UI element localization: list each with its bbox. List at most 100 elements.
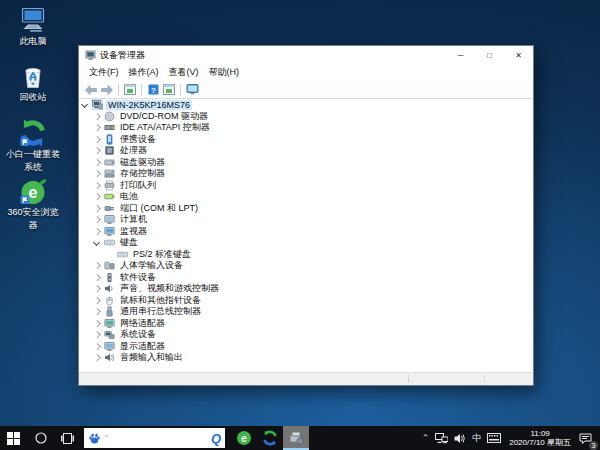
this-pc-icon — [19, 6, 47, 34]
expand-arrow-icon[interactable] — [93, 307, 102, 316]
toolbar-help-button[interactable]: ? — [145, 83, 161, 97]
computer-root-icon — [92, 99, 103, 110]
cortana-button[interactable] — [27, 426, 54, 450]
device-manager-window: 设备管理器 ─ □ ✕ 文件(F)操作(A)查看(V)帮助(H) ? WIN-2… — [78, 45, 534, 386]
desktop-icon-label: 回收站 — [1, 92, 65, 103]
baidu-paw-icon — [88, 432, 101, 445]
expand-arrow-icon[interactable] — [93, 261, 102, 270]
expand-arrow-icon[interactable] — [93, 123, 102, 132]
start-button[interactable] — [0, 426, 27, 450]
action-center-icon[interactable]: 3 — [576, 426, 600, 450]
expand-arrow-icon[interactable] — [93, 273, 102, 282]
tree-item[interactable]: 音频输入和输出 — [79, 352, 533, 364]
network-icon[interactable] — [432, 426, 451, 450]
minimize-button[interactable]: ─ — [446, 46, 475, 64]
notification-badge: 3 — [589, 441, 598, 450]
desktop-icon-label: 系统 — [1, 162, 65, 173]
software-icon — [104, 272, 115, 283]
tree-item-label: 音频输入和输出 — [118, 351, 185, 364]
task-view-button[interactable] — [54, 426, 81, 450]
desktop-icon-label: 小白一键重装 — [1, 149, 65, 160]
tree-item-label: WIN-2K5KP16MS76 — [106, 100, 192, 110]
svg-text:e: e — [29, 184, 38, 201]
desktop-icon-xiaobai-reinstall[interactable]: 小白一键重装系统 — [1, 119, 65, 173]
toolbar-action-pane-button[interactable] — [161, 83, 177, 97]
menu-action[interactable]: 操作(A) — [124, 64, 164, 81]
portable-icon — [104, 134, 115, 145]
taskbar-xiaobai[interactable] — [257, 426, 283, 450]
search-box[interactable]: ⌃ Q — [84, 428, 225, 448]
clock[interactable]: 11:09 2020/7/10 星期五 — [504, 429, 576, 447]
sound-icon — [104, 283, 115, 294]
recycle-bin-icon — [19, 62, 47, 90]
collapse-arrow-icon[interactable] — [81, 100, 90, 109]
menu-view[interactable]: 查看(V) — [164, 64, 204, 81]
expand-arrow-icon[interactable] — [93, 342, 102, 351]
search-logo-icon: Q — [211, 431, 221, 446]
dvd-icon — [104, 111, 115, 122]
usb-icon — [104, 306, 115, 317]
expand-arrow-icon[interactable] — [93, 112, 102, 121]
ime-indicator[interactable]: 中 — [469, 426, 484, 450]
disk-icon — [104, 157, 115, 168]
toolbar-remote-monitor-button[interactable] — [184, 83, 200, 97]
expand-arrow-icon[interactable] — [93, 319, 102, 328]
volume-icon[interactable] — [451, 426, 469, 450]
hid-icon — [104, 260, 115, 271]
menu-help[interactable]: 帮助(H) — [204, 64, 245, 81]
taskbar: ⌃ Q e ⌃ 中 11:09 2020/7/10 星期五 3 — [0, 426, 600, 450]
desktop-icon-label: 器 — [1, 220, 65, 231]
keyboard-icon — [104, 237, 115, 248]
toolbar: ? — [79, 81, 533, 99]
tree-item[interactable]: 打印队列 — [79, 180, 533, 192]
window-title: 设备管理器 — [100, 49, 446, 62]
audio-icon — [104, 352, 115, 363]
status-bar — [79, 372, 533, 385]
network-icon — [104, 318, 115, 329]
close-button[interactable]: ✕ — [504, 46, 533, 64]
expand-arrow-icon[interactable] — [93, 227, 102, 236]
system-icon — [104, 329, 115, 340]
desktop-icon-360-browser[interactable]: e 360安全浏览器 — [1, 177, 65, 231]
toolbar-forward-button[interactable] — [99, 83, 115, 97]
computer-icon — [104, 214, 115, 225]
toolbar-back-button[interactable] — [83, 83, 99, 97]
taskbar-device-manager[interactable] — [283, 426, 309, 450]
desktop-icon-this-pc[interactable]: 此电脑 — [1, 6, 65, 47]
maximize-button[interactable]: □ — [475, 46, 504, 64]
expand-arrow-icon[interactable] — [93, 169, 102, 178]
tray-chevron-up-icon[interactable]: ⌃ — [419, 426, 433, 450]
menu-bar: 文件(F)操作(A)查看(V)帮助(H) — [79, 64, 533, 81]
device-tree: WIN-2K5KP16MS76DVD/CD-ROM 驱动器IDE ATA/ATA… — [79, 99, 533, 372]
menu-file[interactable]: 文件(F) — [84, 64, 124, 81]
expand-arrow-icon[interactable] — [93, 353, 102, 362]
expand-arrow-icon[interactable] — [93, 284, 102, 293]
tree-item[interactable]: 监视器 — [79, 226, 533, 238]
expand-arrow-icon[interactable] — [93, 158, 102, 167]
cpu-icon — [104, 145, 115, 156]
clock-time: 11:09 — [509, 429, 571, 438]
expand-arrow-icon[interactable] — [93, 181, 102, 190]
expand-arrow-icon[interactable] — [93, 296, 102, 305]
svg-text:e: e — [241, 433, 247, 444]
expand-arrow-icon[interactable] — [93, 204, 102, 213]
expand-arrow-icon[interactable] — [93, 192, 102, 201]
desktop-icon-label: 此电脑 — [1, 36, 65, 47]
battery-icon — [104, 191, 115, 202]
desktop-icon-recycle-bin[interactable]: 回收站 — [1, 62, 65, 103]
expand-arrow-icon[interactable] — [93, 146, 102, 155]
title-bar[interactable]: 设备管理器 ─ □ ✕ — [79, 46, 533, 64]
expand-arrow-icon[interactable] — [93, 330, 102, 339]
expand-arrow-icon[interactable] — [93, 215, 102, 224]
collapse-arrow-icon[interactable] — [93, 238, 102, 247]
expand-arrow-icon[interactable] — [93, 135, 102, 144]
keyboard-icon — [117, 249, 128, 260]
desktop-icon-label: 360安全浏览 — [1, 207, 65, 218]
storage-icon — [104, 168, 115, 179]
expand-arrow-icon — [106, 250, 115, 259]
touch-keyboard-icon[interactable] — [484, 426, 504, 450]
display-icon — [104, 341, 115, 352]
taskbar-360-browser[interactable]: e — [231, 426, 257, 450]
toolbar-console-window-button[interactable] — [122, 83, 138, 97]
svg-text:?: ? — [151, 86, 156, 95]
